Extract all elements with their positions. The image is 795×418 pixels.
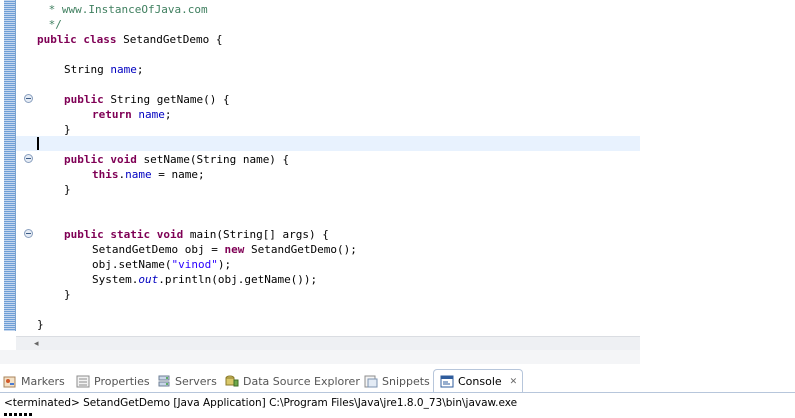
console-icon xyxy=(440,375,454,388)
keyword: public static void xyxy=(64,228,184,241)
console-output-partial xyxy=(4,411,34,418)
code-editor[interactable]: * www.InstanceOfJava.com */ public class… xyxy=(0,0,640,336)
code-line-return: return name; xyxy=(92,108,172,121)
scroll-left-icon[interactable]: ◂ xyxy=(34,339,39,349)
field-name: name xyxy=(138,108,165,121)
code-text: main(String[] args) { xyxy=(183,228,329,241)
markers-icon xyxy=(3,375,17,388)
string-literal: "vinod" xyxy=(171,258,218,271)
code-text: ; xyxy=(136,63,144,76)
fold-toggle-icon[interactable] xyxy=(24,154,33,163)
panel-tab-bar: Markers Properties Servers Data Source E… xyxy=(0,369,795,393)
keyword: new xyxy=(224,243,245,256)
tab-data-source-explorer[interactable]: Data Source Explorer xyxy=(225,369,360,393)
keyword: return xyxy=(92,108,132,121)
close-icon[interactable]: ✕ xyxy=(510,377,518,387)
overview-ruler xyxy=(4,0,15,331)
code-line-assign: this.name = name; xyxy=(92,168,205,181)
field-name: name xyxy=(110,63,137,76)
code-line-brace: } xyxy=(64,123,71,136)
tab-label: Markers xyxy=(21,374,65,388)
comment-line: */ xyxy=(42,18,62,31)
code-line-brace: } xyxy=(64,183,71,196)
text-cursor xyxy=(37,137,39,150)
horizontal-scrollbar[interactable]: ◂ xyxy=(16,336,640,350)
tab-label: Properties xyxy=(94,374,150,388)
ruler-edge xyxy=(15,0,16,331)
servers-icon xyxy=(157,375,171,388)
properties-icon xyxy=(76,375,90,388)
tab-snippets[interactable]: Snippets xyxy=(364,369,430,393)
tab-console[interactable]: Console ✕ xyxy=(433,369,523,393)
comment-line: * www.InstanceOfJava.com xyxy=(42,3,208,16)
code-line-class: public class SetandGetDemo { xyxy=(37,32,222,47)
editor-bottom-strip xyxy=(0,350,640,364)
tab-label: Snippets xyxy=(382,374,430,388)
keyword: this xyxy=(92,168,119,181)
code-line-main: public static void main(String[] args) { xyxy=(64,227,329,242)
field-name: name xyxy=(125,168,152,181)
code-line-println: System.out.println(obj.getName()); xyxy=(92,273,318,286)
code-line-setter: public void setName(String name) { xyxy=(64,152,289,167)
keyword: public void xyxy=(64,153,137,166)
tab-markers[interactable]: Markers xyxy=(3,369,65,393)
current-line-highlight xyxy=(16,136,640,151)
tab-label: Data Source Explorer xyxy=(243,374,360,388)
tab-bar-divider xyxy=(0,392,795,393)
tab-label: Servers xyxy=(175,374,217,388)
code-line-new: SetandGetDemo obj = new SetandGetDemo(); xyxy=(92,243,357,256)
data-source-icon xyxy=(225,375,239,388)
code-text: String getName() { xyxy=(103,93,230,106)
keyword: public class xyxy=(37,33,117,46)
code-line-getter: public String getName() { xyxy=(64,92,230,107)
code-text: String xyxy=(64,63,111,76)
code-text: setName(String name) { xyxy=(136,153,290,166)
tab-properties[interactable]: Properties xyxy=(76,369,150,393)
keyword: public xyxy=(64,93,104,106)
static-field: out xyxy=(138,273,159,286)
fold-toggle-icon[interactable] xyxy=(24,94,33,103)
tab-label: Console xyxy=(458,375,502,388)
code-line-brace: } xyxy=(64,288,71,301)
code-text: SetandGetDemo { xyxy=(116,33,223,46)
snippets-icon xyxy=(364,375,378,388)
code-line-setname: obj.setName("vinod"); xyxy=(92,258,232,271)
fold-toggle-icon[interactable] xyxy=(24,229,33,238)
code-line-field: String name; xyxy=(64,62,143,77)
console-status: <terminated> SetandGetDemo [Java Applica… xyxy=(4,397,518,409)
tab-servers[interactable]: Servers xyxy=(157,369,217,393)
code-line-brace: } xyxy=(37,318,44,331)
